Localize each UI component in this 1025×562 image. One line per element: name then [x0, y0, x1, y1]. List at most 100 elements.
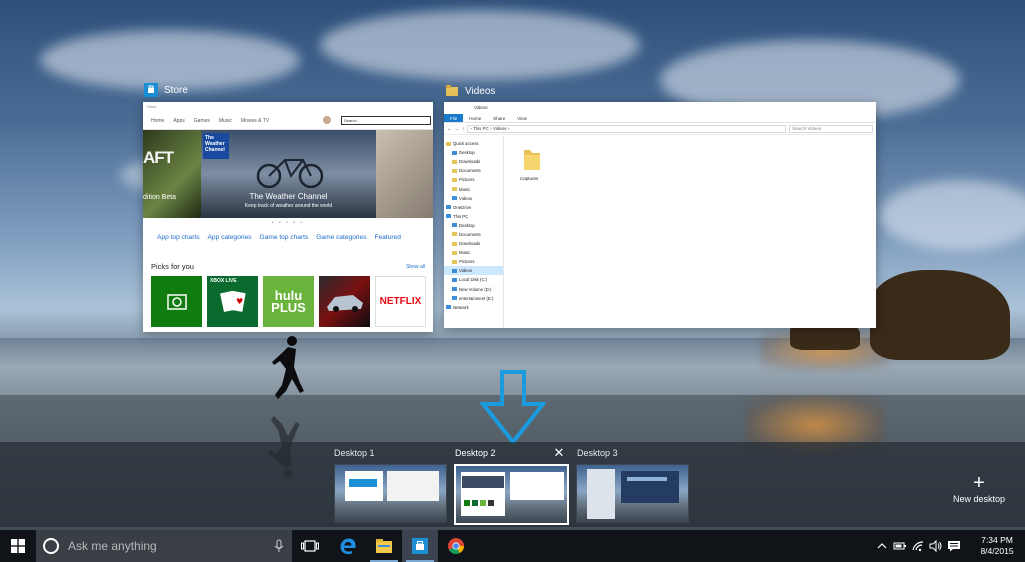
- bicycle-image: [256, 159, 324, 188]
- store-nav-movies: Movies & TV: [240, 118, 270, 124]
- chrome-icon: [448, 538, 464, 554]
- store-nav-games: Games: [193, 118, 210, 124]
- action-center-icon[interactable]: [945, 530, 963, 562]
- runner-silhouette: [272, 336, 304, 399]
- start-button[interactable]: [0, 530, 36, 562]
- explorer-nav-item[interactable]: This PC: [444, 212, 503, 221]
- explorer-nav-item[interactable]: entertainment (E:): [444, 294, 503, 303]
- store-nav-home: Home: [151, 118, 165, 124]
- clock-date: 8/4/2015: [980, 546, 1014, 556]
- microphone-icon[interactable]: [274, 539, 284, 553]
- ribbon-home: Home: [469, 116, 482, 121]
- new-desktop-button[interactable]: + New desktop: [948, 473, 1010, 504]
- folder-icon: [452, 187, 457, 192]
- solitaire-tile: XBOX LIVE ♥: [207, 276, 258, 327]
- new-desktop-label: New desktop: [952, 494, 1006, 504]
- explorer-nav-item[interactable]: Videos: [444, 194, 503, 203]
- desktop-3-label[interactable]: Desktop 3: [577, 448, 618, 458]
- store-hero-banner: AFT dition Beta The Weather Channel The …: [143, 130, 433, 218]
- folder-icon: [452, 268, 457, 273]
- battery-icon[interactable]: [891, 530, 909, 562]
- folder-icon: [452, 168, 457, 173]
- folder-icon: [452, 259, 457, 264]
- explorer-title: Videos: [474, 105, 488, 110]
- explorer-nav-item[interactable]: Videos: [444, 266, 503, 276]
- explorer-nav-item[interactable]: Documents: [444, 230, 503, 239]
- folder-icon: [524, 150, 540, 170]
- chrome-taskbar-button[interactable]: [438, 530, 474, 562]
- folder-icon: [452, 159, 457, 164]
- explorer-nav-item[interactable]: Desktop: [444, 148, 503, 157]
- desktop-1-preview[interactable]: [334, 464, 447, 523]
- explorer-nav-item[interactable]: Pictures: [444, 257, 503, 266]
- app-tiles: XBOX LIVE ♥ hulu PLUS NETFLIX: [151, 276, 426, 327]
- folder-captures-label: Captures: [520, 176, 539, 181]
- taskbar: Ask me anything 7:34 PM 8/4/2015: [0, 530, 1025, 562]
- explorer-nav-item[interactable]: Downloads: [444, 157, 503, 166]
- store-window-label[interactable]: Store: [144, 83, 188, 97]
- explorer-nav-item[interactable]: Music: [444, 184, 503, 193]
- explorer-nav-item[interactable]: Documents: [444, 166, 503, 175]
- chevron-up-icon[interactable]: [873, 530, 891, 562]
- task-view-button[interactable]: [292, 530, 328, 562]
- netflix-tile: NETFLIX: [375, 276, 426, 327]
- cortana-search-box[interactable]: Ask me anything: [36, 530, 292, 562]
- explorer-nav-item[interactable]: Downloads: [444, 239, 503, 248]
- explorer-nav-item[interactable]: Pictures: [444, 175, 503, 184]
- edge-icon: [340, 538, 356, 555]
- explorer-nav-item[interactable]: Music: [444, 248, 503, 257]
- store-search-box: Search: [341, 116, 431, 125]
- explorer-nav-item[interactable]: New Volume (D:): [444, 285, 503, 294]
- volume-icon[interactable]: [927, 530, 945, 562]
- desktop-3-preview[interactable]: [576, 464, 689, 523]
- videos-window-thumbnail[interactable]: Videos File Home Share View ← → ↑ › This…: [444, 102, 876, 328]
- hero-left-caption: dition Beta: [143, 194, 177, 201]
- explorer-nav-item[interactable]: Quick access: [444, 139, 503, 148]
- explorer-nav-item[interactable]: Local Disk (C:): [444, 275, 503, 284]
- folder-icon: [452, 150, 457, 155]
- explorer-nav-label: Documents: [459, 231, 481, 237]
- file-explorer-taskbar-button[interactable]: [366, 530, 402, 562]
- hero-left-title: AFT: [143, 148, 174, 167]
- explorer-nav-label: Pictures: [459, 177, 475, 183]
- store-taskbar-icon: [412, 538, 428, 554]
- ribbon-file: File: [444, 114, 464, 122]
- edge-taskbar-button[interactable]: [330, 530, 366, 562]
- explorer-search: Search Videos: [789, 124, 873, 133]
- explorer-ribbon: File Home Share View: [444, 114, 876, 123]
- folder-icon: [446, 214, 451, 219]
- user-avatar: [323, 116, 331, 124]
- folder-icon: [446, 141, 451, 146]
- desktop-2-preview[interactable]: [454, 464, 569, 525]
- clock-time: 7:34 PM: [981, 535, 1013, 545]
- store-taskbar-button[interactable]: [402, 530, 438, 562]
- link-featured: Featured: [374, 234, 401, 241]
- explorer-nav-item[interactable]: Network: [444, 303, 503, 312]
- folder-icon: [452, 232, 457, 237]
- system-clock[interactable]: 7:34 PM 8/4/2015: [969, 535, 1025, 557]
- explorer-nav-label: Pictures: [459, 259, 475, 265]
- close-desktop-icon[interactable]: ✕: [552, 446, 566, 460]
- hulu-logo: hulu PLUS: [271, 287, 306, 315]
- explorer-nav-label: Downloads: [459, 241, 481, 247]
- desktop-1-label[interactable]: Desktop 1: [334, 448, 375, 458]
- link-game-top-charts: Game top charts: [259, 234, 309, 241]
- xbox-tile: [151, 276, 202, 327]
- explorer-nav-item[interactable]: OneDrive: [444, 203, 503, 212]
- explorer-nav-label: This PC: [453, 213, 469, 219]
- explorer-nav-label: Desktop: [459, 150, 475, 156]
- videos-window-label[interactable]: Videos: [445, 84, 495, 98]
- search-placeholder: Ask me anything: [68, 539, 157, 553]
- explorer-nav-label: Documents: [459, 168, 481, 174]
- up-arrow-icon: ↑: [462, 126, 465, 131]
- wifi-icon[interactable]: [909, 530, 927, 562]
- explorer-nav-label: Local Disk (C:): [459, 277, 488, 283]
- store-window-thumbnail[interactable]: Store Home Apps Games Music Movies & TV …: [143, 102, 433, 332]
- explorer-nav-label: Videos: [459, 195, 473, 201]
- explorer-nav-item[interactable]: Desktop: [444, 221, 503, 230]
- explorer-content: Captures: [504, 136, 876, 328]
- down-arrow-annotation: [480, 370, 546, 444]
- folder-taskbar-icon: [376, 539, 392, 553]
- desktop-2-label[interactable]: Desktop 2: [455, 448, 496, 458]
- xbox-live-badge: XBOX LIVE: [210, 278, 237, 284]
